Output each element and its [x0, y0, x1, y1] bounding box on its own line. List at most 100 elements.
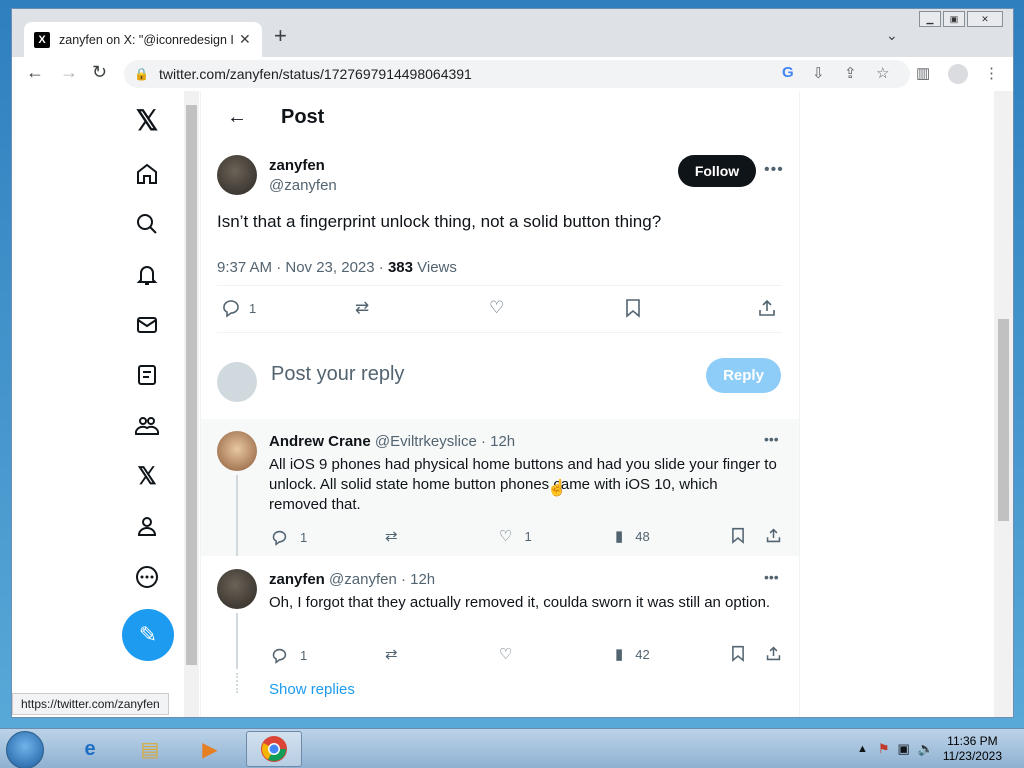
- reply-header: zanyfen @zanyfen · 12h: [269, 571, 435, 588]
- reply-item[interactable]: zanyfen @zanyfen · 12h ••• Oh, I forgot …: [201, 557, 799, 717]
- reply-button[interactable]: Reply: [706, 358, 781, 393]
- left-scrollbar-thumb[interactable]: [186, 105, 197, 665]
- share-post-icon[interactable]: [765, 527, 782, 544]
- page-scrollbar-thumb[interactable]: [998, 319, 1009, 521]
- views-action[interactable]: ▮ 42: [615, 645, 650, 663]
- browser-tab[interactable]: X zanyfen on X: "@iconredesign Is ✕: [24, 22, 262, 57]
- more-options-icon[interactable]: •••: [764, 431, 779, 447]
- avatar[interactable]: [217, 569, 257, 609]
- post-timestamp[interactable]: 9:37 AM · Nov 23, 2023 ·: [217, 259, 388, 276]
- bell-icon[interactable]: [132, 260, 162, 290]
- url-text: twitter.com/zanyfen/status/1727697914498…: [158, 66, 472, 82]
- like-icon: ♡: [499, 528, 513, 545]
- like-icon[interactable]: ♡: [489, 298, 504, 318]
- reply-action[interactable]: 1: [271, 647, 307, 664]
- close-window-icon[interactable]: ✕: [967, 11, 1003, 27]
- show-replies-link[interactable]: Show replies: [269, 681, 355, 698]
- repost-icon[interactable]: ⇄: [355, 298, 369, 318]
- page-title: Post: [281, 106, 325, 128]
- views-count: 48: [635, 528, 650, 544]
- side-panel-icon[interactable]: ▥: [916, 64, 930, 82]
- close-tab-icon[interactable]: ✕: [239, 31, 251, 48]
- post-meta: 9:37 AM · Nov 23, 2023 · 383 Views: [217, 259, 457, 276]
- follow-button[interactable]: Follow: [678, 155, 756, 187]
- media-player-icon[interactable]: ▶: [182, 731, 238, 767]
- analytics-icon: ▮: [615, 528, 624, 545]
- post-column: ← Post zanyfen @zanyfen Follow ••• Isn’t…: [200, 91, 800, 717]
- reply-text: Oh, I forgot that they actually removed …: [269, 594, 771, 611]
- bookmark-icon[interactable]: [731, 527, 745, 544]
- google-icon[interactable]: G: [782, 64, 794, 81]
- share-post-icon[interactable]: [757, 298, 777, 318]
- back-arrow-icon[interactable]: ←: [227, 106, 247, 129]
- reply-handle-time[interactable]: @zanyfen · 12h: [329, 571, 435, 588]
- page-scrollbar[interactable]: [994, 91, 1013, 717]
- more-circle-icon[interactable]: [132, 562, 162, 592]
- share-icon[interactable]: ⇪: [844, 64, 857, 82]
- start-button[interactable]: [6, 731, 44, 768]
- analytics-icon: ▮: [615, 646, 624, 663]
- repost-icon[interactable]: ⇄: [385, 645, 398, 663]
- search-icon[interactable]: [132, 209, 162, 239]
- action-center-icon[interactable]: ⚑: [878, 741, 890, 757]
- more-options-icon[interactable]: •••: [764, 569, 779, 585]
- like-action[interactable]: ♡ 1: [499, 527, 532, 545]
- reply-input[interactable]: Post your reply: [271, 363, 404, 386]
- reply-action[interactable]: 1: [221, 298, 256, 318]
- post-text: Isn’t that a fingerprint unlock thing, n…: [217, 212, 662, 231]
- thread-line: [236, 613, 238, 669]
- share-post-icon[interactable]: [765, 645, 782, 662]
- left-scrollbar[interactable]: [184, 91, 199, 717]
- network-icon[interactable]: ▣: [898, 741, 910, 757]
- internet-explorer-icon[interactable]: e: [62, 731, 118, 767]
- reply-item[interactable]: Andrew Crane @Eviltrkeyslice · 12h ••• A…: [201, 419, 799, 556]
- avatar[interactable]: [217, 155, 257, 195]
- reload-icon[interactable]: ↻: [92, 62, 107, 83]
- views-count: 42: [635, 646, 650, 662]
- profile-nav-icon[interactable]: [132, 511, 162, 541]
- lists-icon[interactable]: [132, 360, 162, 390]
- avatar[interactable]: [217, 431, 257, 471]
- tab-strip: X zanyfen on X: "@iconredesign Is ✕ + ⌄ …: [12, 9, 1013, 57]
- file-explorer-icon[interactable]: ▤: [122, 731, 178, 767]
- chrome-icon[interactable]: [246, 731, 302, 767]
- reply-action[interactable]: 1: [271, 529, 307, 546]
- home-icon[interactable]: [132, 159, 162, 189]
- more-options-icon[interactable]: •••: [764, 161, 784, 179]
- bookmark-icon[interactable]: [731, 645, 745, 662]
- clock[interactable]: 11:36 PM 11/23/2023: [943, 734, 1002, 764]
- premium-x-icon[interactable]: 𝕏: [132, 461, 162, 491]
- x-logo-icon[interactable]: 𝕏: [132, 105, 162, 136]
- back-icon[interactable]: ←: [26, 62, 44, 83]
- maximize-icon[interactable]: ▣: [943, 11, 965, 27]
- new-tab-icon[interactable]: +: [274, 25, 287, 47]
- bookmark-icon[interactable]: [625, 298, 641, 318]
- mail-icon[interactable]: [132, 310, 162, 340]
- tray-expand-icon[interactable]: ▲: [857, 743, 868, 755]
- minimize-icon[interactable]: ▁: [919, 11, 941, 27]
- chevron-down-icon[interactable]: ⌄: [886, 27, 898, 44]
- thread-line: [236, 475, 238, 556]
- compose-post-icon[interactable]: ✎: [122, 609, 174, 661]
- author-name[interactable]: zanyfen: [269, 157, 325, 174]
- volume-icon[interactable]: 🔈: [918, 741, 934, 757]
- install-icon[interactable]: ⇩: [812, 64, 825, 82]
- views-action[interactable]: ▮ 48: [615, 527, 650, 545]
- bookmark-star-icon[interactable]: ☆: [876, 64, 889, 82]
- author-handle[interactable]: @zanyfen: [269, 177, 337, 194]
- forward-icon[interactable]: →: [60, 62, 78, 83]
- x-favicon-icon: X: [34, 31, 50, 48]
- reply-icon: [272, 530, 287, 546]
- post-action-bar: 1 ⇄ ♡: [217, 285, 782, 333]
- hand-cursor-icon: ☝: [547, 480, 567, 497]
- reply-author-name[interactable]: Andrew Crane: [269, 433, 371, 450]
- reply-handle-time[interactable]: @Eviltrkeyslice · 12h: [375, 433, 515, 450]
- communities-icon[interactable]: [132, 411, 162, 441]
- profile-icon[interactable]: [948, 64, 968, 84]
- repost-icon[interactable]: ⇄: [385, 527, 398, 545]
- views-label: Views: [412, 259, 457, 276]
- reply-author-name[interactable]: zanyfen: [269, 571, 325, 588]
- like-icon[interactable]: ♡: [499, 645, 512, 663]
- menu-kebab-icon[interactable]: ⋮: [984, 64, 999, 82]
- lock-icon[interactable]: 🔒: [134, 67, 149, 81]
